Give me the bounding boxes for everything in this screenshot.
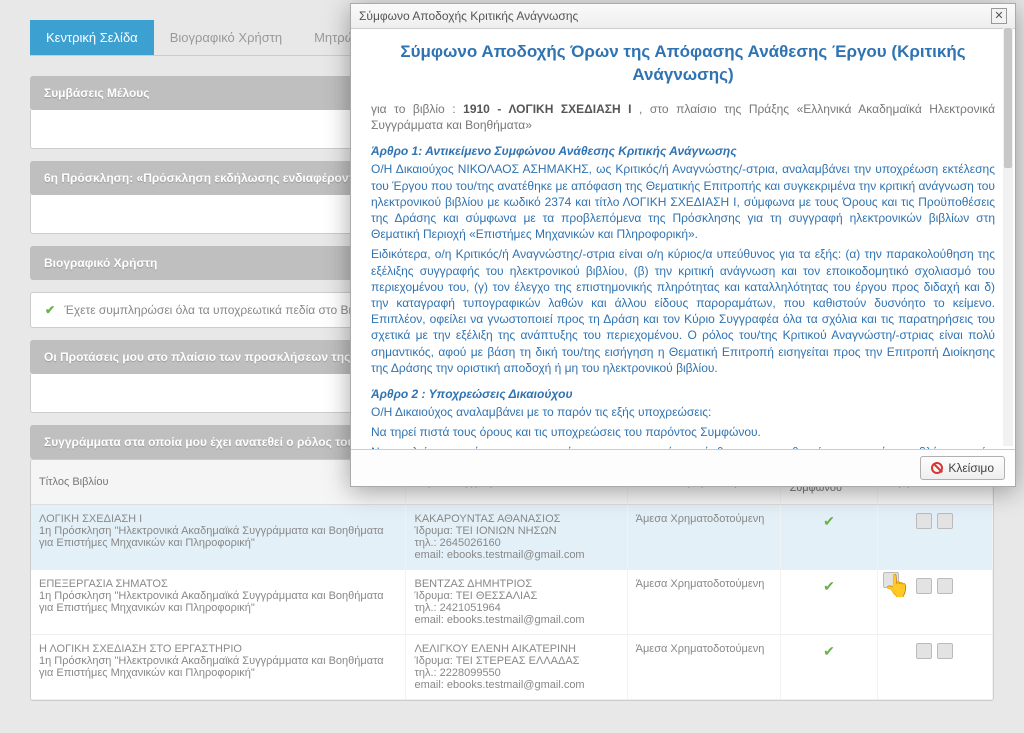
prohibit-icon (931, 462, 943, 474)
close-button[interactable]: Κλείσιμο (920, 456, 1005, 480)
intro-book: 1910 - ΛΟΓΙΚΗ ΣΧΕΔΙΑΣΗ Ι (463, 102, 631, 116)
scrollbar-track[interactable] (1003, 28, 1013, 446)
article2-b1: Να τηρεί πιστά τους όρους και τις υποχρε… (371, 424, 995, 440)
article2-lead: Ο/Η Δικαιούχος αναλαμβάνει με το παρόν τ… (371, 404, 995, 420)
agreement-modal: Σύμφωνο Αποδοχής Κριτικής Ανάγνωσης ✕ Σύ… (350, 3, 1016, 487)
modal-window-title: Σύμφωνο Αποδοχής Κριτικής Ανάγνωσης (359, 9, 578, 23)
article2-title: Άρθρο 2 : Υποχρεώσεις Δικαιούχου (371, 386, 995, 402)
modal-content: Σύμφωνο Αποδοχής Όρων της Απόφασης Ανάθε… (351, 29, 1015, 449)
article1-p1: Ο/Η Δικαιούχος ΝΙΚΟΛΑΟΣ ΑΣΗΜΑΚΗΣ, ως Κρι… (371, 161, 995, 242)
modal-intro: για το βιβλίο : 1910 - ΛΟΓΙΚΗ ΣΧΕΔΙΑΣΗ Ι… (371, 101, 995, 133)
modal-close-button[interactable]: ✕ (991, 8, 1007, 24)
intro-prefix: για το βιβλίο : (371, 102, 463, 116)
close-button-label: Κλείσιμο (948, 461, 994, 475)
article1-title: Άρθρο 1: Αντικείμενο Συμφώνου Ανάθεσης Κ… (371, 143, 995, 159)
scrollbar-thumb[interactable] (1004, 28, 1012, 168)
modal-overlay: Σύμφωνο Αποδοχής Κριτικής Ανάγνωσης ✕ Σύ… (0, 0, 1024, 661)
modal-heading: Σύμφωνο Αποδοχής Όρων της Απόφασης Ανάθε… (371, 41, 995, 87)
article1-p2: Ειδικότερα, ο/η Κριτικός/ή Αναγνώστης/-σ… (371, 246, 995, 376)
close-icon: ✕ (994, 10, 1003, 22)
modal-footer: Κλείσιμο (351, 449, 1015, 486)
modal-titlebar: Σύμφωνο Αποδοχής Κριτικής Ανάγνωσης ✕ (351, 4, 1015, 29)
